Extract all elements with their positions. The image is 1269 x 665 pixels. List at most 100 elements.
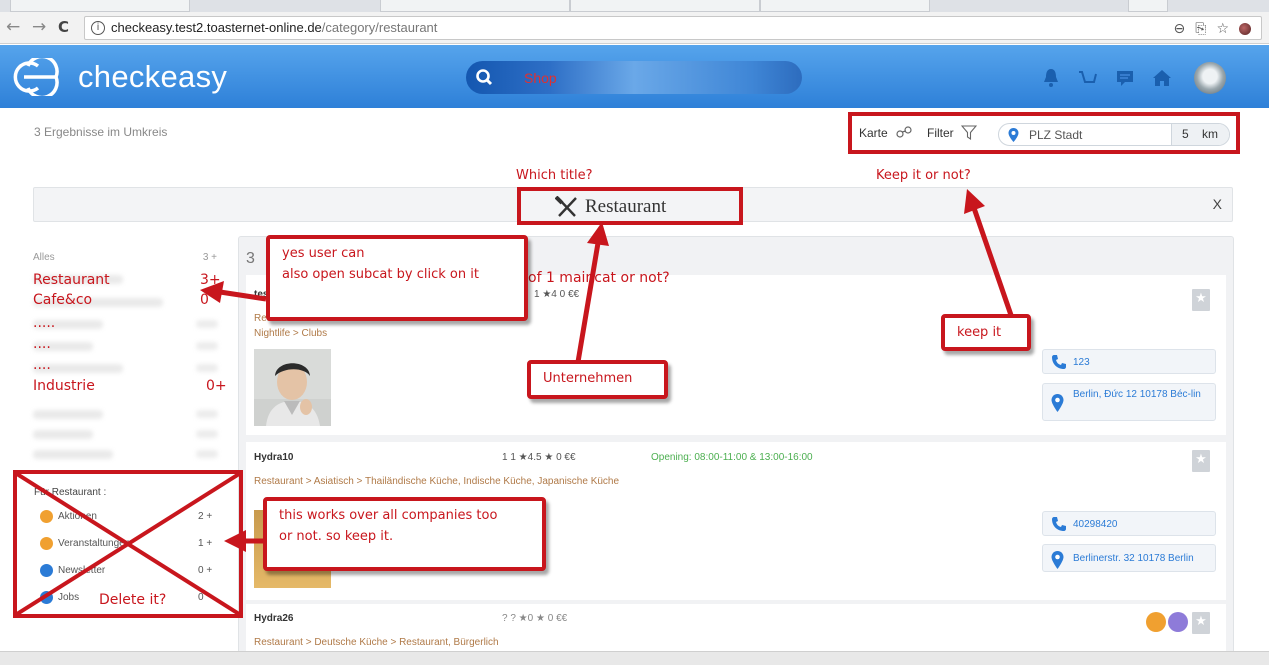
blurred-item bbox=[33, 450, 113, 459]
header-icons bbox=[1040, 61, 1226, 95]
card-breadcrumb[interactable]: Nightlife > Clubs bbox=[254, 328, 327, 339]
search-icon[interactable] bbox=[474, 67, 495, 88]
sidebar-count-industrie: 0+ bbox=[206, 378, 227, 394]
annotation-callout-unternehmen: Unternehmen bbox=[527, 360, 668, 399]
card-photo[interactable] bbox=[254, 349, 331, 426]
browser-tab[interactable] bbox=[570, 0, 760, 12]
app-header: checkeasy Shop bbox=[0, 45, 1269, 108]
event-icon[interactable] bbox=[1168, 612, 1188, 632]
annotation-callout-keep-it: keep it bbox=[941, 314, 1031, 351]
sidebar-item-alles[interactable]: Alles 3 + bbox=[33, 252, 221, 268]
card-breadcrumb[interactable]: Restaurant > Asiatisch > Thailändische K… bbox=[254, 476, 619, 487]
zoom-icon[interactable]: ⊖ bbox=[1174, 20, 1186, 38]
phone-number[interactable]: 40298420 bbox=[1073, 519, 1118, 530]
cart-icon[interactable] bbox=[1077, 67, 1099, 89]
url-text[interactable]: checkeasy.test2.toasternet-online.de/cat… bbox=[111, 17, 437, 39]
blurred-item bbox=[33, 410, 103, 419]
reload-icon[interactable]: C bbox=[58, 18, 69, 36]
category-title-box: Restaurant bbox=[517, 187, 743, 225]
plz-placeholder[interactable]: PLZ Stadt bbox=[1029, 128, 1082, 142]
blurred-item bbox=[33, 430, 93, 439]
filter-button[interactable]: Filter bbox=[927, 125, 978, 141]
radius-field[interactable]: 5 km bbox=[1171, 124, 1229, 145]
fork-knife-icon bbox=[555, 196, 577, 217]
result-card[interactable]: Hydra26 ? ? ★0 ★ 0 €€ Restaurant > Deuts… bbox=[246, 604, 1226, 652]
sidebar-alles-label: Alles bbox=[33, 252, 55, 263]
blurred-count bbox=[196, 342, 218, 350]
location-pin-icon bbox=[1008, 128, 1019, 142]
address-text[interactable]: Berlinerstr. 32 10178 Berlin bbox=[1073, 553, 1194, 564]
card-title[interactable]: Hydra26 bbox=[254, 613, 293, 624]
list-heading: 3 bbox=[246, 250, 255, 267]
blurred-count bbox=[196, 450, 218, 458]
phone-icon bbox=[1052, 517, 1066, 531]
bell-icon[interactable] bbox=[1040, 67, 1062, 89]
card-opening-hours: Opening: 08:00-11:00 & 13:00-16:00 bbox=[651, 452, 813, 463]
search-text[interactable]: Shop bbox=[524, 70, 557, 86]
browser-tab[interactable] bbox=[1128, 0, 1168, 12]
address-text[interactable]: Berlin, Đức 12 10178 Béc-lin bbox=[1073, 389, 1213, 401]
callout-line: or not. so keep it. bbox=[279, 529, 394, 544]
address-box[interactable]: Berlin, Đức 12 10178 Béc-lin bbox=[1042, 383, 1216, 421]
sidebar-item-placeholder[interactable]: ..... bbox=[33, 315, 55, 331]
calendar-icon[interactable] bbox=[1146, 612, 1166, 632]
annotation-delete-it: Delete it? bbox=[99, 592, 167, 608]
forward-icon[interactable]: → bbox=[32, 18, 46, 36]
results-count: 3 Ergebnisse im Umkreis bbox=[34, 125, 168, 139]
radius-value: 5 bbox=[1182, 127, 1189, 141]
annotation-keep-it-or-not: Keep it or not? bbox=[876, 168, 971, 183]
sidebar-item-industrie[interactable]: Industrie bbox=[33, 378, 95, 394]
logo-icon bbox=[13, 58, 59, 96]
callout-line: keep it bbox=[957, 325, 1002, 340]
extension-icon[interactable] bbox=[1239, 23, 1251, 35]
url-path: /category/restaurant bbox=[321, 20, 438, 35]
annotation-cross-box: Delete it? bbox=[13, 470, 243, 618]
star-icon: ★ bbox=[1195, 291, 1207, 306]
user-avatar[interactable] bbox=[1194, 62, 1226, 94]
chat-icon[interactable] bbox=[1114, 67, 1136, 89]
logo[interactable]: checkeasy bbox=[10, 57, 227, 97]
card-rating: ? ? ★0 ★ 0 €€ bbox=[502, 613, 568, 624]
close-category-button[interactable]: X bbox=[1213, 196, 1222, 212]
browser-toolbar: ← → C i checkeasy.test2.toasternet-onlin… bbox=[0, 12, 1269, 44]
phone-box[interactable]: 123 bbox=[1042, 349, 1216, 374]
browser-tab[interactable] bbox=[10, 0, 190, 12]
star-icon: ★ bbox=[1195, 452, 1207, 467]
home-icon[interactable] bbox=[1151, 67, 1173, 89]
card-title[interactable]: Hydra10 bbox=[254, 452, 293, 463]
sidebar-item-placeholder[interactable]: .... bbox=[33, 336, 51, 352]
radius-unit: km bbox=[1202, 127, 1219, 141]
annotation-maincat: of 1 maincat or not? bbox=[528, 270, 670, 286]
bookmark-button[interactable]: ★ bbox=[1192, 612, 1210, 634]
callout-line: this works over all companies too bbox=[279, 508, 498, 523]
site-info-icon[interactable]: i bbox=[91, 21, 105, 35]
sidebar-item-placeholder[interactable]: .... bbox=[33, 357, 51, 373]
karte-button[interactable]: Karte bbox=[859, 125, 913, 140]
browser-tab[interactable] bbox=[760, 0, 930, 12]
translate-icon[interactable]: ⎘ bbox=[1195, 20, 1206, 38]
phone-number[interactable]: 123 bbox=[1073, 357, 1090, 368]
card-rating: 1 ★4 0 €€ bbox=[534, 289, 580, 300]
bookmark-star-icon[interactable]: ☆ bbox=[1216, 20, 1229, 38]
location-pin-icon bbox=[1051, 551, 1064, 569]
card-breadcrumb[interactable]: Restaurant > Deutsche Küche > Restaurant… bbox=[254, 637, 499, 648]
url-tools: ⊖ ⎘ ☆ bbox=[1174, 20, 1251, 38]
phone-box[interactable]: 40298420 bbox=[1042, 511, 1216, 536]
sidebar-item-cafe[interactable]: Cafe&co bbox=[33, 292, 92, 308]
bookmark-button[interactable]: ★ bbox=[1192, 289, 1210, 311]
url-host: checkeasy.test2.toasternet-online.de bbox=[111, 20, 322, 35]
annotation-callout-subcat: yes user can also open subcat by click o… bbox=[266, 235, 528, 321]
browser-tab[interactable] bbox=[380, 0, 570, 12]
card-rating: 1 1 ★4.5 ★ 0 €€ bbox=[502, 452, 576, 463]
address-box[interactable]: Berlinerstr. 32 10178 Berlin bbox=[1042, 544, 1216, 572]
location-input[interactable]: PLZ Stadt 5 km bbox=[998, 123, 1230, 146]
blurred-count bbox=[196, 430, 218, 438]
blurred-count bbox=[196, 320, 218, 328]
location-pin-icon bbox=[1051, 394, 1064, 412]
map-icon bbox=[896, 126, 912, 138]
back-icon[interactable]: ← bbox=[6, 18, 20, 36]
sidebar-item-restaurant[interactable]: Restaurant bbox=[33, 272, 110, 288]
url-bar[interactable]: i checkeasy.test2.toasternet-online.de/c… bbox=[84, 16, 1262, 40]
search-bar[interactable]: Shop bbox=[466, 61, 802, 94]
bookmark-button[interactable]: ★ bbox=[1192, 450, 1210, 472]
